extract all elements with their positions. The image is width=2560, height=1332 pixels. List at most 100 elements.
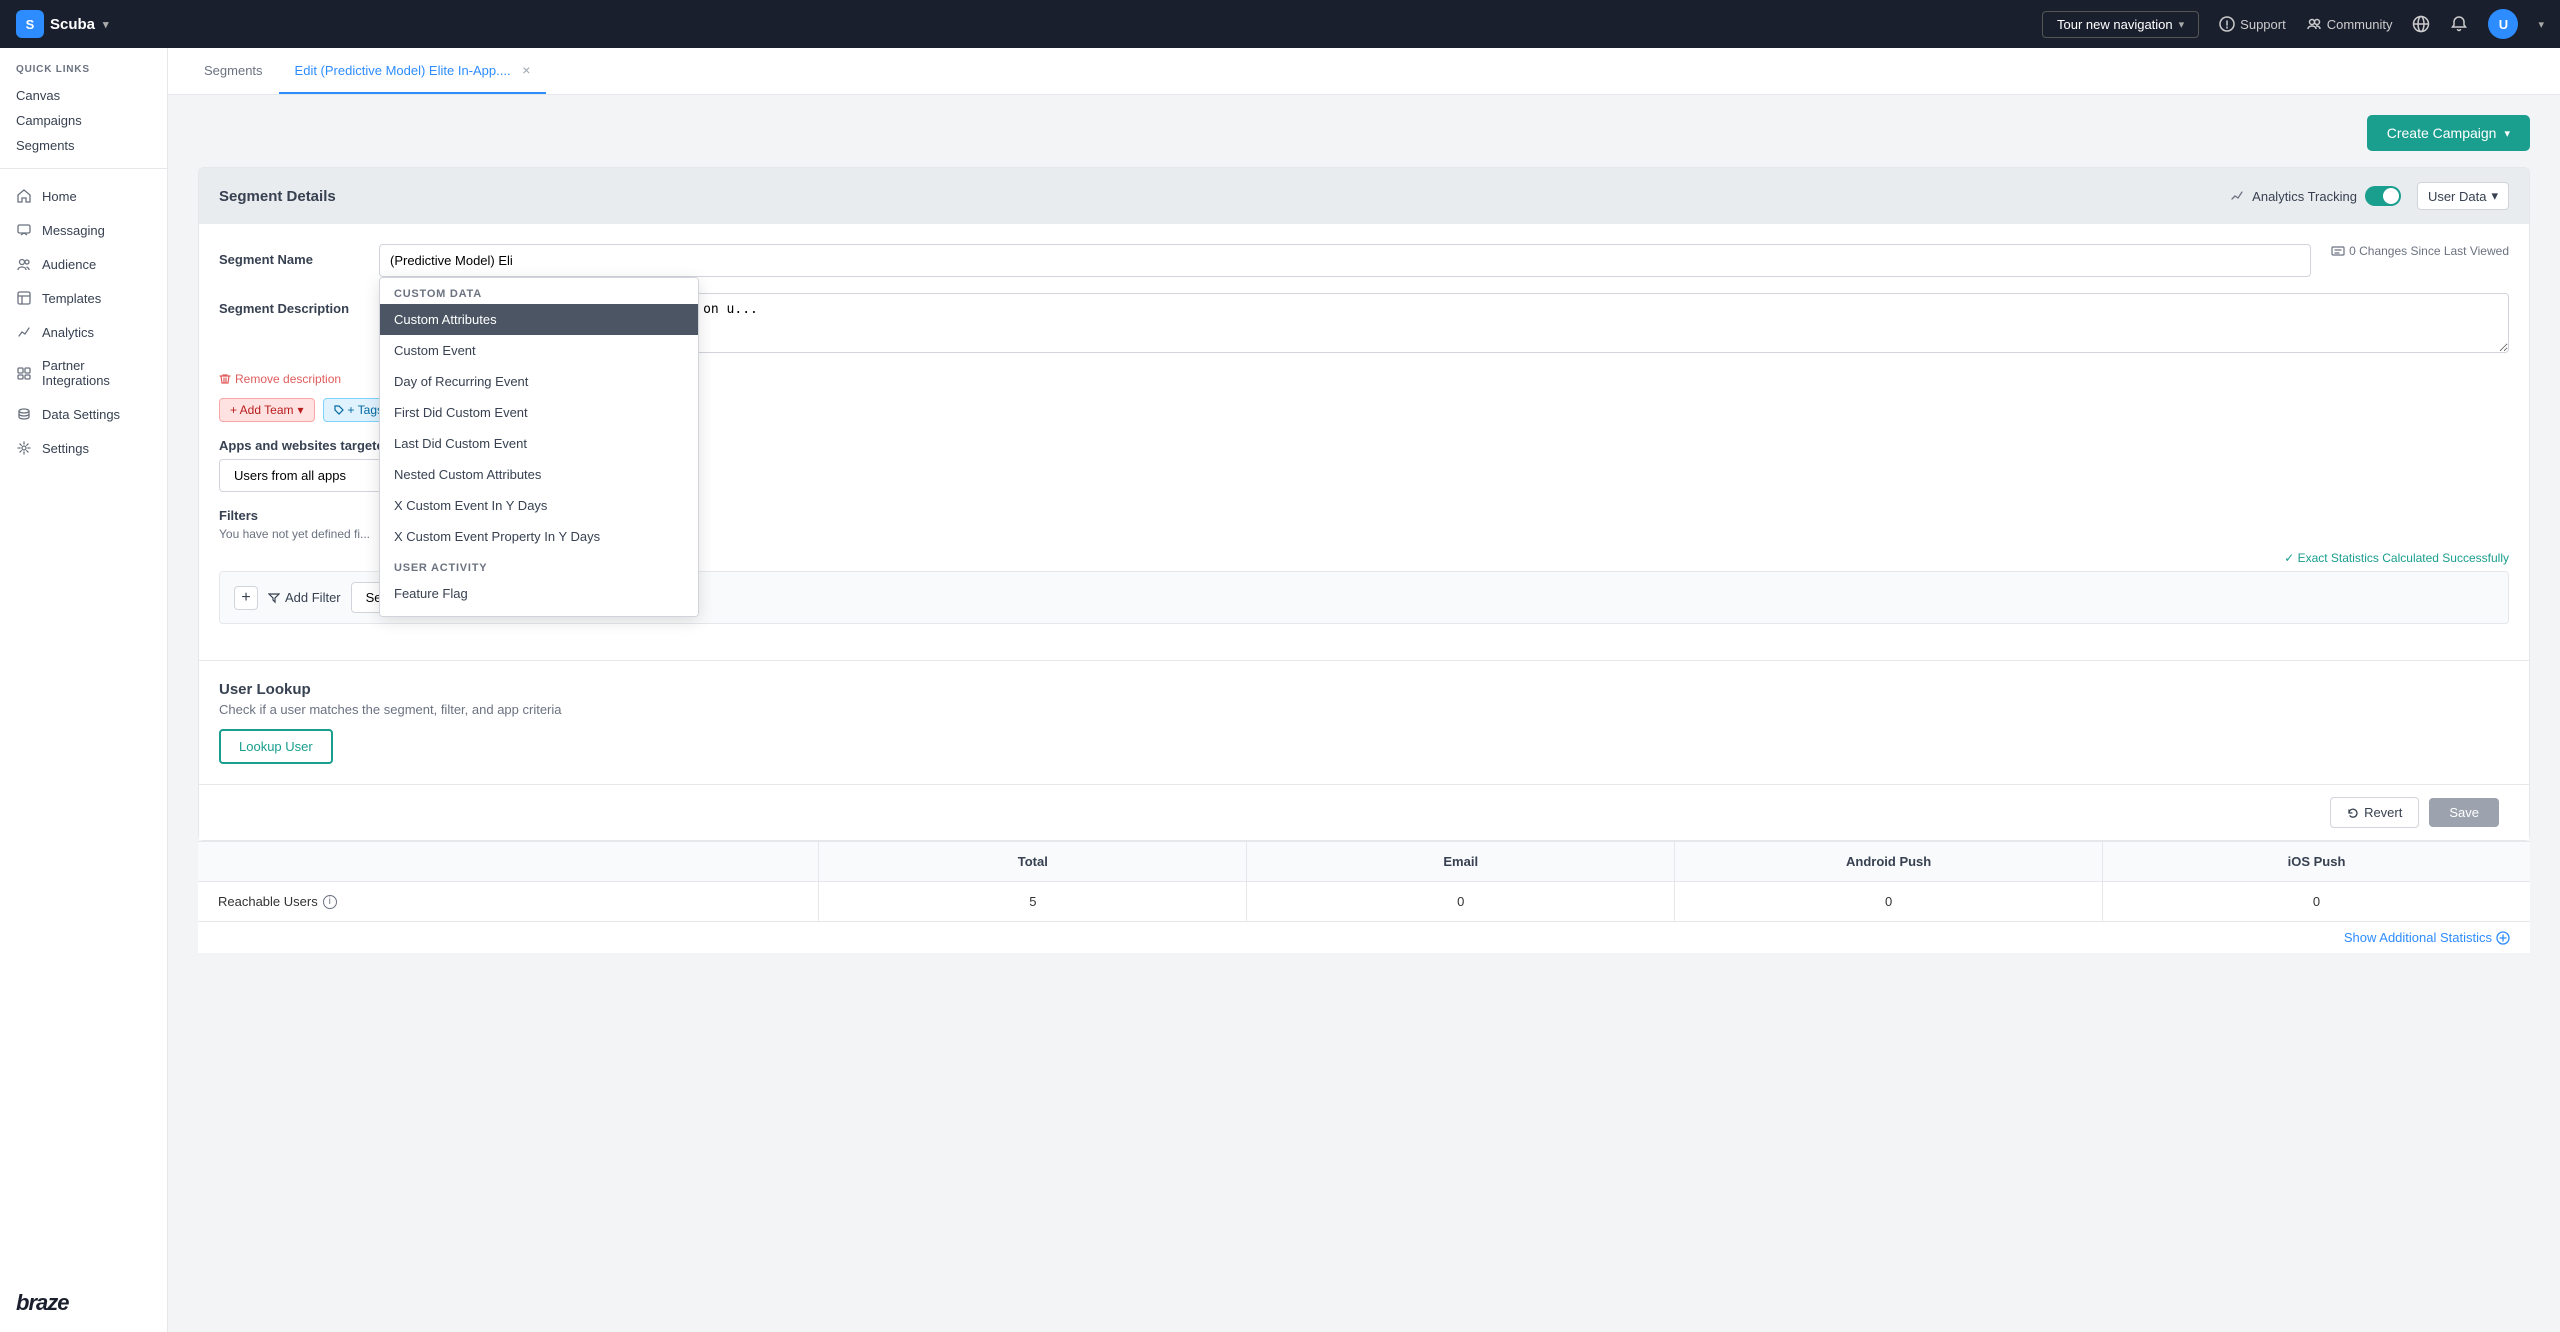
dropdown-item-feature-flag[interactable]: Feature Flag: [380, 578, 698, 609]
nav-right: Tour new navigation ▾ Support Community …: [2042, 9, 2544, 39]
add-team-button[interactable]: + Add Team ▾: [219, 398, 315, 422]
save-button[interactable]: Save: [2429, 798, 2499, 827]
add-filter-button[interactable]: Add Filter: [268, 590, 341, 605]
bottom-actions-bar: Revert Save: [199, 784, 2529, 840]
sidebar-item-audience[interactable]: Audience: [0, 247, 167, 281]
sidebar-item-home[interactable]: Home: [0, 179, 167, 213]
brand-name: Scuba: [50, 16, 95, 33]
filter-dropdown: Custom Data Custom Attributes Custom Eve…: [379, 277, 699, 617]
tab-close-button[interactable]: ×: [522, 62, 530, 78]
dropdown-item-x-custom-event-y-days[interactable]: X Custom Event In Y Days: [380, 490, 698, 521]
show-additional-icon: [2496, 931, 2510, 945]
brand-icon: S: [16, 10, 44, 38]
page-body: Create Campaign ▾ Segment Details Analyt…: [168, 95, 2560, 973]
community-link[interactable]: Community: [2306, 16, 2393, 32]
sidebar-label-analytics: Analytics: [42, 325, 94, 340]
header-controls: Analytics Tracking User Data ▾: [2230, 182, 2509, 210]
avatar-chevron-icon: ▾: [2538, 18, 2544, 31]
analytics-tracking-icon: [2230, 189, 2244, 203]
stats-reachable-label: Reachable Users i: [198, 882, 819, 921]
show-additional-statistics-link[interactable]: Show Additional Statistics: [198, 922, 2530, 953]
dropdown-item-day-recurring[interactable]: Day of Recurring Event: [380, 366, 698, 397]
segment-card-header: Segment Details Analytics Tracking User …: [199, 168, 2529, 224]
user-lookup-title: User Lookup: [219, 681, 2509, 698]
stats-col-email: Email: [1247, 842, 1675, 881]
reachable-info-icon[interactable]: i: [323, 895, 337, 909]
lookup-user-button[interactable]: Lookup User: [219, 729, 333, 764]
globe-icon-link[interactable]: [2412, 15, 2430, 33]
changes-icon: [2331, 244, 2345, 258]
sidebar-label-partner-integrations: Partner Integrations: [42, 358, 151, 388]
sidebar-item-settings[interactable]: Settings: [0, 431, 167, 465]
quick-link-segments[interactable]: Segments: [0, 133, 167, 158]
tab-segments[interactable]: Segments: [188, 49, 279, 94]
tour-chevron-icon: ▾: [2179, 18, 2185, 31]
stats-email-value: 0: [1247, 882, 1675, 921]
segment-name-row: Segment Name Custom Data Custom Attribut…: [219, 244, 2509, 277]
analytics-tracking-label: Analytics Tracking: [2252, 189, 2357, 204]
sidebar-item-analytics[interactable]: Analytics: [0, 315, 167, 349]
nav-left: S Scuba ▾: [16, 10, 109, 38]
brand[interactable]: S Scuba ▾: [16, 10, 109, 38]
user-data-chevron-icon: ▾: [2491, 188, 2498, 204]
segment-description-label: Segment Description: [219, 293, 359, 316]
home-icon: [16, 188, 32, 204]
create-campaign-chevron-icon: ▾: [2504, 127, 2510, 140]
add-filter-plus-button[interactable]: +: [234, 586, 258, 610]
segment-details-card: Segment Details Analytics Tracking User …: [198, 167, 2530, 841]
stats-ios-value: 0: [2103, 882, 2530, 921]
analytics-icon: [16, 324, 32, 340]
top-navigation: S Scuba ▾ Tour new navigation ▾ Support …: [0, 0, 2560, 48]
user-lookup-section: User Lookup Check if a user matches the …: [199, 660, 2529, 784]
create-campaign-button[interactable]: Create Campaign ▾: [2367, 115, 2530, 151]
tab-edit-segment[interactable]: Edit (Predictive Model) Elite In-App....…: [279, 48, 547, 94]
analytics-tracking-toggle[interactable]: [2365, 186, 2401, 206]
sidebar-item-messaging[interactable]: Messaging: [0, 213, 167, 247]
sidebar-label-messaging: Messaging: [42, 223, 105, 238]
quick-link-campaigns[interactable]: Campaigns: [0, 108, 167, 133]
sidebar-item-partner-integrations[interactable]: Partner Integrations: [0, 349, 167, 397]
dropdown-item-x-custom-event-property[interactable]: X Custom Event Property In Y Days: [380, 521, 698, 552]
stats-android-value: 0: [1675, 882, 2103, 921]
bell-icon: [2450, 15, 2468, 33]
sidebar-label-data-settings: Data Settings: [42, 407, 120, 422]
team-chevron-icon: ▾: [298, 403, 304, 417]
trash-icon: [219, 373, 231, 385]
data-settings-icon: [16, 406, 32, 422]
sidebar-item-data-settings[interactable]: Data Settings: [0, 397, 167, 431]
stats-col-total: Total: [819, 842, 1247, 881]
stats-col-android: Android Push: [1675, 842, 2103, 881]
sidebar-item-templates[interactable]: Templates: [0, 281, 167, 315]
toggle-knob: [2383, 188, 2399, 204]
notifications-link[interactable]: [2450, 15, 2468, 33]
stats-total-value: 5: [819, 882, 1247, 921]
dropdown-item-custom-attributes[interactable]: Custom Attributes: [380, 304, 698, 335]
messaging-icon: [16, 222, 32, 238]
support-icon: [2219, 16, 2235, 32]
revert-button[interactable]: Revert: [2330, 797, 2419, 828]
segment-name-label: Segment Name: [219, 244, 359, 267]
sidebar-label-home: Home: [42, 189, 77, 204]
sidebar: QUICK LINKS Canvas Campaigns Segments Ho…: [0, 48, 168, 1332]
tour-navigation-button[interactable]: Tour new navigation ▾: [2042, 11, 2199, 38]
quick-link-canvas[interactable]: Canvas: [0, 83, 167, 108]
partner-icon: [16, 365, 32, 381]
sidebar-label-audience: Audience: [42, 257, 96, 272]
sidebar-label-templates: Templates: [42, 291, 101, 306]
segment-card-body: Segment Name Custom Data Custom Attribut…: [199, 224, 2529, 660]
avatar[interactable]: U: [2488, 9, 2518, 39]
dropdown-item-nested-custom-attributes[interactable]: Nested Custom Attributes: [380, 459, 698, 490]
dropdown-item-last-did-custom-event[interactable]: Last Did Custom Event: [380, 428, 698, 459]
settings-icon: [16, 440, 32, 456]
dropdown-item-first-made-purchase[interactable]: First Made Purchase: [380, 609, 698, 617]
community-icon: [2306, 16, 2322, 32]
dropdown-item-first-did-custom-event[interactable]: First Did Custom Event: [380, 397, 698, 428]
top-actions: Create Campaign ▾: [198, 115, 2530, 151]
dropdown-item-custom-event[interactable]: Custom Event: [380, 335, 698, 366]
tabs-bar: Segments Edit (Predictive Model) Elite I…: [168, 48, 2560, 95]
templates-icon: [16, 290, 32, 306]
segment-name-input[interactable]: [379, 244, 2311, 277]
user-data-button[interactable]: User Data ▾: [2417, 182, 2509, 210]
support-link[interactable]: Support: [2219, 16, 2286, 32]
revert-icon: [2347, 807, 2359, 819]
